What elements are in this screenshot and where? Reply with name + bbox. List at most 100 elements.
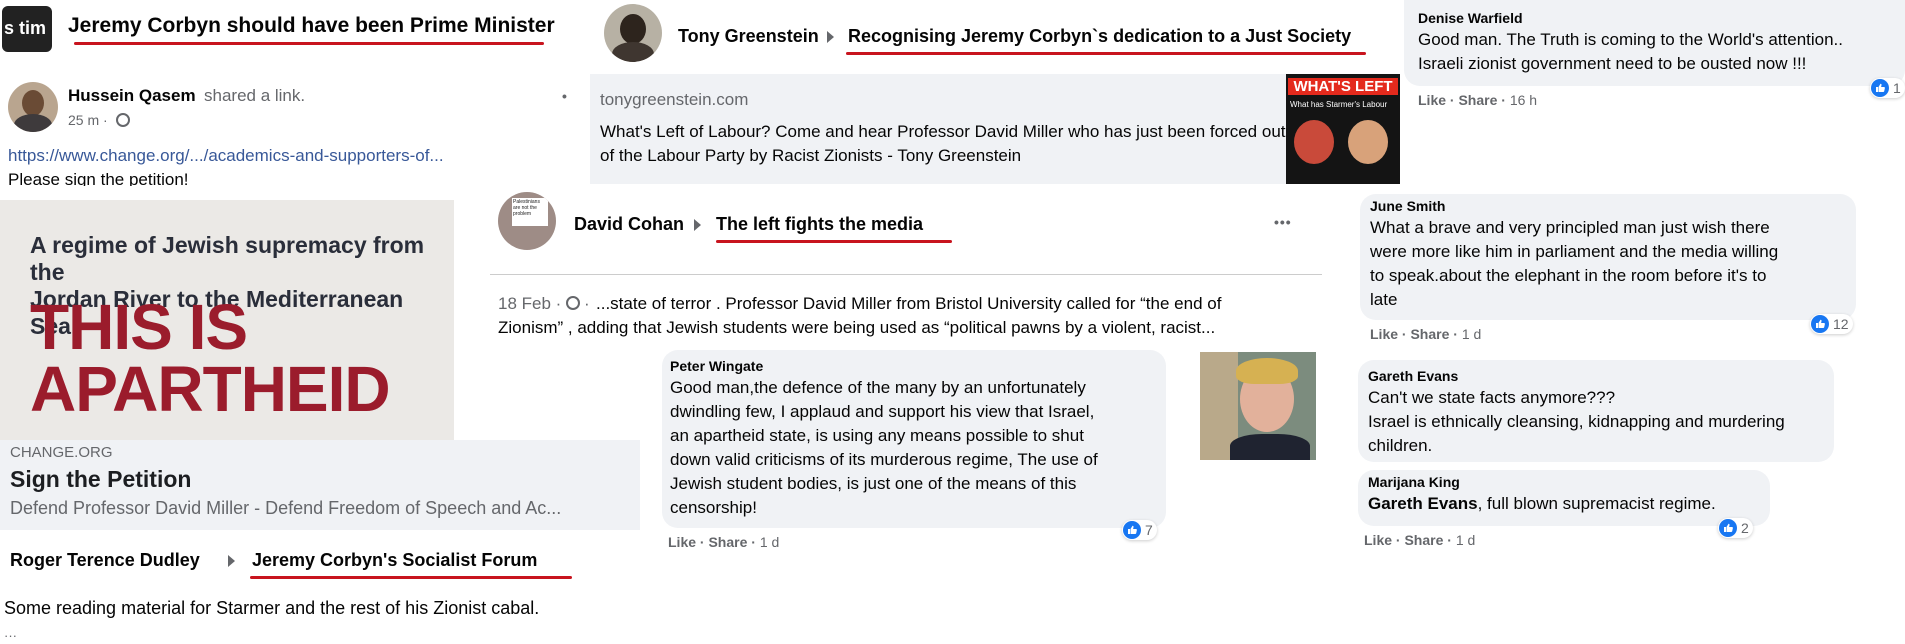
comment-actions: Like · Share · 1 d	[668, 534, 780, 550]
comment-line: an apartheid state, is using any means p…	[670, 426, 1084, 445]
group-name[interactable]: Jeremy Corbyn's Socialist Forum	[252, 550, 537, 571]
comment-time[interactable]: 1 d	[1456, 532, 1475, 548]
comment-author[interactable]: Peter Wingate	[670, 358, 763, 374]
share-action: shared a link.	[204, 86, 306, 105]
petition-link-card[interactable]: CHANGE.ORG Sign the Petition Defend Prof…	[0, 440, 640, 530]
comment-line: censorship!	[670, 498, 757, 517]
comment-author[interactable]: Marijana King	[1368, 474, 1460, 490]
comment-line: children.	[1368, 436, 1433, 455]
arrow-right-icon	[827, 31, 834, 43]
reaction-number: 7	[1145, 522, 1153, 538]
more-options-icon[interactable]: •••	[1274, 214, 1292, 230]
comment-line: Israel is ethnically cleansing, kidnappi…	[1368, 412, 1785, 431]
warfield-comment-frag: Denise Warfield Good man. The Truth is c…	[1404, 0, 1905, 116]
reaction-number: 1	[1893, 80, 1901, 96]
share-link[interactable]: Share	[708, 534, 747, 550]
post-title[interactable]: Jeremy Corbyn should have been Prime Min…	[68, 14, 555, 38]
reaction-count[interactable]: 12	[1810, 314, 1853, 334]
cohan-post: Palestinians are not the problem David C…	[490, 184, 1322, 346]
poster-big-2: APARTHEID	[30, 353, 391, 425]
meta-dot: ·	[584, 294, 590, 313]
shared-url[interactable]: https://www.change.org/.../academics-and…	[8, 146, 444, 166]
comment-line: Israeli zionist government need to be ou…	[1418, 54, 1807, 73]
thumb-title: WHAT'S LEFT	[1288, 78, 1398, 95]
like-link[interactable]: Like	[1418, 92, 1446, 108]
highlight-underline	[250, 576, 572, 579]
highlight-underline	[74, 42, 544, 45]
comment-line: dwindling few, I applaud and support his…	[670, 402, 1095, 421]
petition-poster-image[interactable]: A regime of Jewish supremacy from the Jo…	[0, 200, 454, 440]
comment-author[interactable]: Gareth Evans	[1368, 368, 1458, 384]
comment-wingate: Peter Wingate Good man,the defence of th…	[662, 350, 1166, 528]
highlight-underline	[846, 52, 1366, 55]
comment-line: Jewish student bodies, is just one of th…	[670, 474, 1077, 493]
comment-line: were more like him in parliament and the…	[1370, 242, 1779, 261]
corbyn-pm-post: s tim Jeremy Corbyn should have been Pri…	[0, 0, 560, 60]
link-preview[interactable]: tonygreenstein.com What's Left of Labour…	[590, 74, 1400, 184]
page-avatar[interactable]: s tim	[2, 6, 52, 52]
post-time[interactable]: 25 m ·	[68, 112, 108, 128]
comment-smith: June Smith What a brave and very princip…	[1360, 194, 1856, 320]
reaction-count[interactable]: 2	[1718, 518, 1753, 538]
divider	[490, 274, 1322, 275]
like-link[interactable]: Like	[1364, 532, 1392, 548]
comment-line: Can't we state facts anymore???	[1368, 388, 1616, 407]
comment-line: What a brave and very principled man jus…	[1370, 218, 1770, 237]
comment-body: Can't we state facts anymore??? Israel i…	[1368, 386, 1785, 458]
like-link[interactable]: Like	[668, 534, 696, 550]
page-avatar-text: s tim	[4, 18, 47, 38]
reaction-count[interactable]: 1	[1870, 78, 1905, 98]
qasem-post: Hussein Qasem shared a link. 25 m · • ht…	[0, 66, 580, 186]
user-name[interactable]: David Cohan	[574, 214, 684, 235]
globe-icon	[116, 113, 130, 127]
comment-time[interactable]: 1 d	[1462, 326, 1481, 342]
comment-actions: Like · Share · 16 h	[1418, 92, 1538, 108]
comment-body: What a brave and very principled man jus…	[1370, 216, 1778, 312]
post-text: Some reading material for Starmer and th…	[4, 598, 540, 618]
share-link[interactable]: Share	[1410, 326, 1449, 342]
comment-actions: Like · Share · 1 d	[1364, 532, 1476, 548]
comment-time[interactable]: 1 d	[760, 534, 779, 550]
reaction-count[interactable]: 7	[1122, 520, 1157, 540]
card-domain: CHANGE.ORG	[10, 444, 113, 461]
share-link[interactable]: Share	[1404, 532, 1443, 548]
user-name[interactable]: Roger Terence Dudley	[10, 550, 200, 571]
card-title: Sign the Petition	[10, 466, 192, 492]
sign-text: Palestinians are not the problem	[513, 199, 540, 217]
user-avatar[interactable]: Palestinians are not the problem	[498, 192, 556, 250]
comment-actions: Like · Share · 1 d	[1370, 326, 1482, 342]
user-name[interactable]: Hussein Qasem	[68, 86, 196, 106]
comment-author[interactable]: Denise Warfield	[1418, 10, 1523, 26]
comment-body: Gareth Evans, full blown supremacist reg…	[1368, 492, 1716, 516]
comment-line: Good man,the defence of the many by an u…	[670, 378, 1086, 397]
poster-big-1: THIS IS	[30, 291, 248, 363]
arrow-right-icon	[228, 555, 235, 567]
like-icon	[1719, 519, 1737, 537]
post-meta-cut: ···	[4, 628, 17, 643]
user-name[interactable]: Tony Greenstein	[678, 26, 819, 47]
post-excerpt-2: Zionism” , adding that Jewish students w…	[498, 318, 1216, 337]
group-name[interactable]: The left fights the media	[716, 214, 923, 235]
mention-link[interactable]: Gareth Evans	[1368, 494, 1478, 513]
like-link[interactable]: Like	[1370, 326, 1398, 342]
thumb-face-2	[1348, 120, 1388, 164]
more-options-icon[interactable]: •	[562, 88, 568, 104]
post-date[interactable]: 18 Feb ·	[498, 294, 561, 314]
user-avatar[interactable]	[604, 4, 662, 62]
dudley-post: Roger Terence Dudley Jeremy Corbyn's Soc…	[0, 536, 660, 644]
poster-line-1: A regime of Jewish supremacy from the	[30, 232, 425, 285]
david-miller-photo[interactable]	[1200, 352, 1316, 460]
post-text: Please sign the petition!	[8, 170, 189, 186]
user-avatar[interactable]	[8, 82, 58, 132]
share-link[interactable]: Share	[1458, 92, 1497, 108]
link-thumbnail: WHAT'S LEFT What has Starmer's Labour	[1286, 74, 1400, 184]
group-name[interactable]: Recognising Jeremy Corbyn`s dedication t…	[848, 26, 1351, 47]
card-description: Defend Professor David Miller - Defend F…	[10, 498, 562, 518]
photo-shirt	[1230, 434, 1310, 460]
poster-headline: THIS IS APARTHEID	[30, 291, 391, 425]
comment-time[interactable]: 16 h	[1510, 92, 1537, 108]
post-excerpt-1: ...state of terror . Professor David Mil…	[596, 294, 1222, 313]
comment-king: Marijana King Gareth Evans, full blown s…	[1358, 470, 1770, 526]
comment-author[interactable]: June Smith	[1370, 198, 1445, 214]
like-icon	[1811, 315, 1829, 333]
